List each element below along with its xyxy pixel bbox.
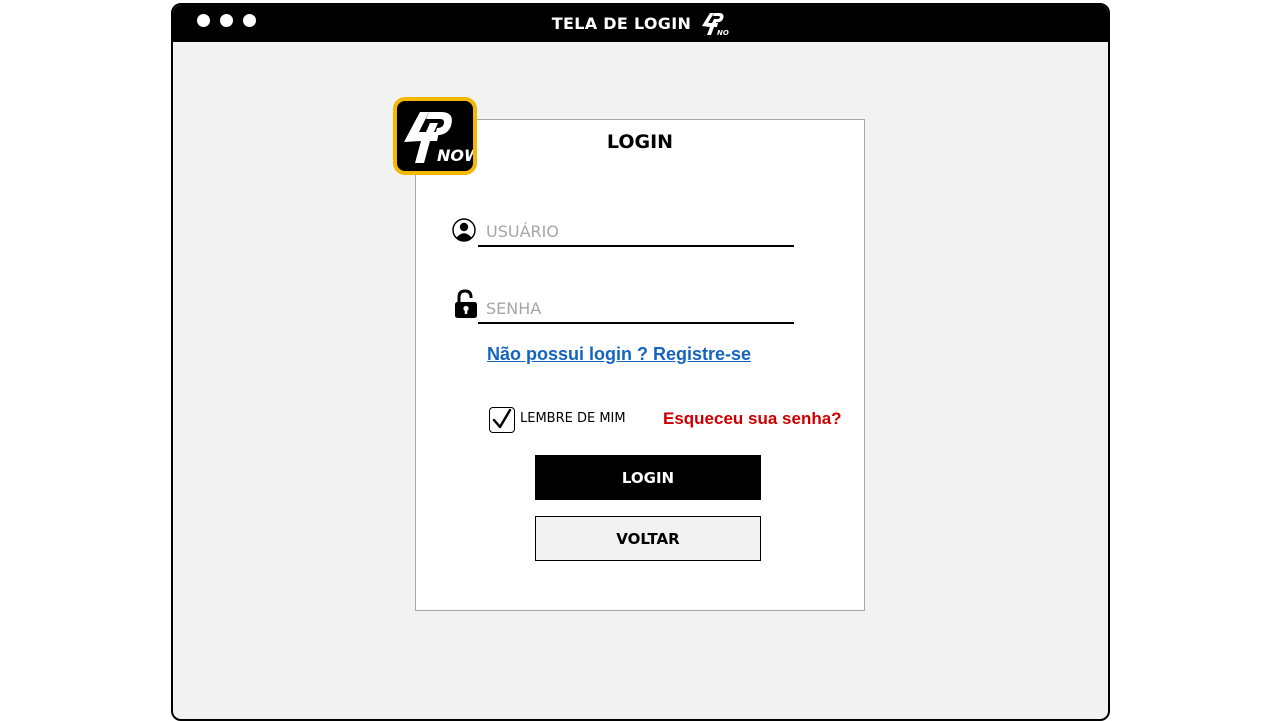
login-button[interactable]: LOGIN: [535, 455, 761, 500]
remember-me-checkbox[interactable]: [489, 407, 515, 433]
4p-now-logo-badge: NOW: [393, 97, 477, 175]
svg-text:NOW: NOW: [717, 29, 729, 37]
window-title: TELA DE LOGIN: [551, 14, 692, 33]
window-title-group: TELA DE LOGIN NOW: [173, 5, 1108, 42]
window-titlebar: TELA DE LOGIN NOW: [173, 5, 1108, 42]
4p-now-logo-icon: NOW: [404, 112, 473, 165]
login-title: LOGIN: [606, 131, 674, 153]
4p-now-logo-icon: NOW: [699, 11, 729, 37]
register-link[interactable]: Não possui login ? Registre-se: [487, 344, 751, 365]
remember-me-label: LEMBRE DE MIM: [520, 411, 626, 426]
login-card: LOGIN Não possui login ? Registre-se LEM…: [415, 119, 865, 611]
forgot-password-link[interactable]: Esqueceu sua senha?: [663, 409, 842, 429]
username-input[interactable]: [478, 217, 794, 247]
unlock-icon: [453, 289, 479, 319]
back-button[interactable]: VOLTAR: [535, 516, 761, 561]
user-circle-icon: [452, 217, 478, 247]
logo-text: NOW: [437, 146, 473, 165]
password-input[interactable]: [478, 294, 794, 324]
checkmark-icon: [492, 408, 512, 429]
